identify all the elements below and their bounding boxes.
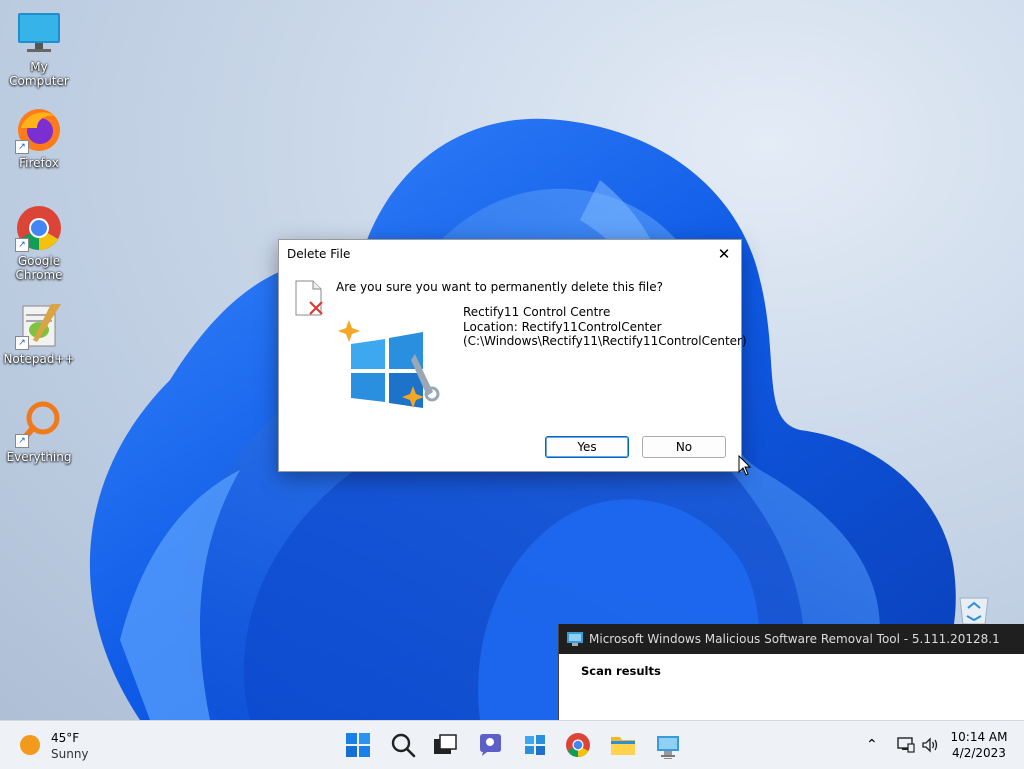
msrt-taskbar-button[interactable] xyxy=(654,731,682,759)
volume-icon[interactable] xyxy=(920,735,940,755)
confirmation-question: Are you sure you want to permanently del… xyxy=(336,280,663,294)
recycle-bin-icon[interactable] xyxy=(954,594,994,624)
chrome-icon xyxy=(566,733,590,758)
desktop-icon-google-chrome[interactable]: ↗ Google Chrome xyxy=(0,204,78,282)
notepad-plus-plus-icon: ↗ xyxy=(15,302,63,350)
search-button[interactable] xyxy=(389,731,417,759)
clock[interactable]: 10:14 AM 4/2/2023 xyxy=(946,729,1012,761)
search-icon xyxy=(391,733,416,758)
desktop-icon-my-computer[interactable]: My Computer xyxy=(0,10,78,88)
magnifier-icon: ↗ xyxy=(15,400,63,448)
desktop-icon-label: My Computer xyxy=(9,60,69,88)
desktop-icon-notepad-plus-plus[interactable]: ↗ Notepad++ xyxy=(0,302,78,366)
file-explorer-button[interactable] xyxy=(609,731,637,759)
desktop-icon-label: Notepad++ xyxy=(3,352,75,366)
show-hidden-icons-button[interactable]: ⌃ xyxy=(866,735,878,755)
clock-date: 4/2/2023 xyxy=(952,746,1006,760)
windows-logo-icon xyxy=(346,733,370,757)
task-view-button[interactable] xyxy=(431,731,459,759)
start-button[interactable] xyxy=(344,731,372,759)
msrt-title: Microsoft Windows Malicious Software Rem… xyxy=(589,632,1000,646)
firefox-icon: ↗ xyxy=(15,106,63,154)
msrt-app-icon xyxy=(567,632,583,646)
mouse-cursor-icon xyxy=(738,455,752,476)
msrt-title-bar[interactable]: Microsoft Windows Malicious Software Rem… xyxy=(559,624,1024,654)
desktop-icon-everything[interactable]: ↗ Everything xyxy=(0,400,78,464)
chrome-icon: ↗ xyxy=(15,204,63,252)
taskbar: 45°F Sunny ⌃ 10:14 AM 4/2/2023 xyxy=(0,720,1024,769)
weather-temperature: 45°F xyxy=(51,731,80,745)
close-icon: ✕ xyxy=(717,245,731,263)
yes-button[interactable]: Yes xyxy=(545,436,629,458)
msrt-app-icon xyxy=(657,736,679,757)
desktop-icon-label: Google Chrome xyxy=(15,254,63,282)
windows-tiles-icon xyxy=(525,735,545,755)
file-delete-icon xyxy=(295,280,323,316)
desktop: My Computer ↗ Firefox ↗ Google Chrome ↗ … xyxy=(0,0,1024,720)
folder-icon xyxy=(611,737,635,755)
shortcut-arrow-icon: ↗ xyxy=(15,140,29,154)
clock-time: 10:14 AM xyxy=(950,730,1008,744)
weather-widget[interactable]: 45°F Sunny xyxy=(20,730,140,762)
file-path: (C:\Windows\Rectify11\Rectify11ControlCe… xyxy=(463,334,747,348)
monitor-icon xyxy=(15,10,63,58)
shortcut-arrow-icon: ↗ xyxy=(15,336,29,350)
shortcut-arrow-icon: ↗ xyxy=(15,434,29,448)
task-view-icon xyxy=(434,734,457,754)
widgets-button[interactable] xyxy=(521,731,549,759)
chat-icon xyxy=(480,734,501,756)
weather-condition: Sunny xyxy=(51,747,89,761)
chrome-taskbar-button[interactable] xyxy=(564,731,592,759)
sun-icon xyxy=(20,735,40,755)
desktop-icon-label: Firefox xyxy=(19,156,59,170)
network-icon[interactable] xyxy=(896,735,916,755)
msrt-window: Microsoft Windows Malicious Software Rem… xyxy=(558,624,1024,720)
chat-button[interactable] xyxy=(476,731,504,759)
file-name: Rectify11 Control Centre xyxy=(463,305,611,319)
file-info: Rectify11 Control Centre Location: Recti… xyxy=(463,305,747,349)
shortcut-arrow-icon: ↗ xyxy=(15,238,29,252)
desktop-icon-label: Everything xyxy=(6,450,72,464)
delete-file-dialog: Delete File ✕ Are you sure you want to p… xyxy=(278,239,747,472)
dialog-title: Delete File xyxy=(287,247,351,261)
close-button[interactable]: ✕ xyxy=(711,242,737,266)
chevron-up-icon: ⌃ xyxy=(866,737,878,753)
desktop-icon-firefox[interactable]: ↗ Firefox xyxy=(0,106,78,170)
control-centre-app-icon xyxy=(338,320,440,408)
scan-results-heading: Scan results xyxy=(581,664,661,678)
file-location: Location: Rectify11ControlCenter xyxy=(463,319,662,334)
no-button[interactable]: No xyxy=(642,436,726,458)
